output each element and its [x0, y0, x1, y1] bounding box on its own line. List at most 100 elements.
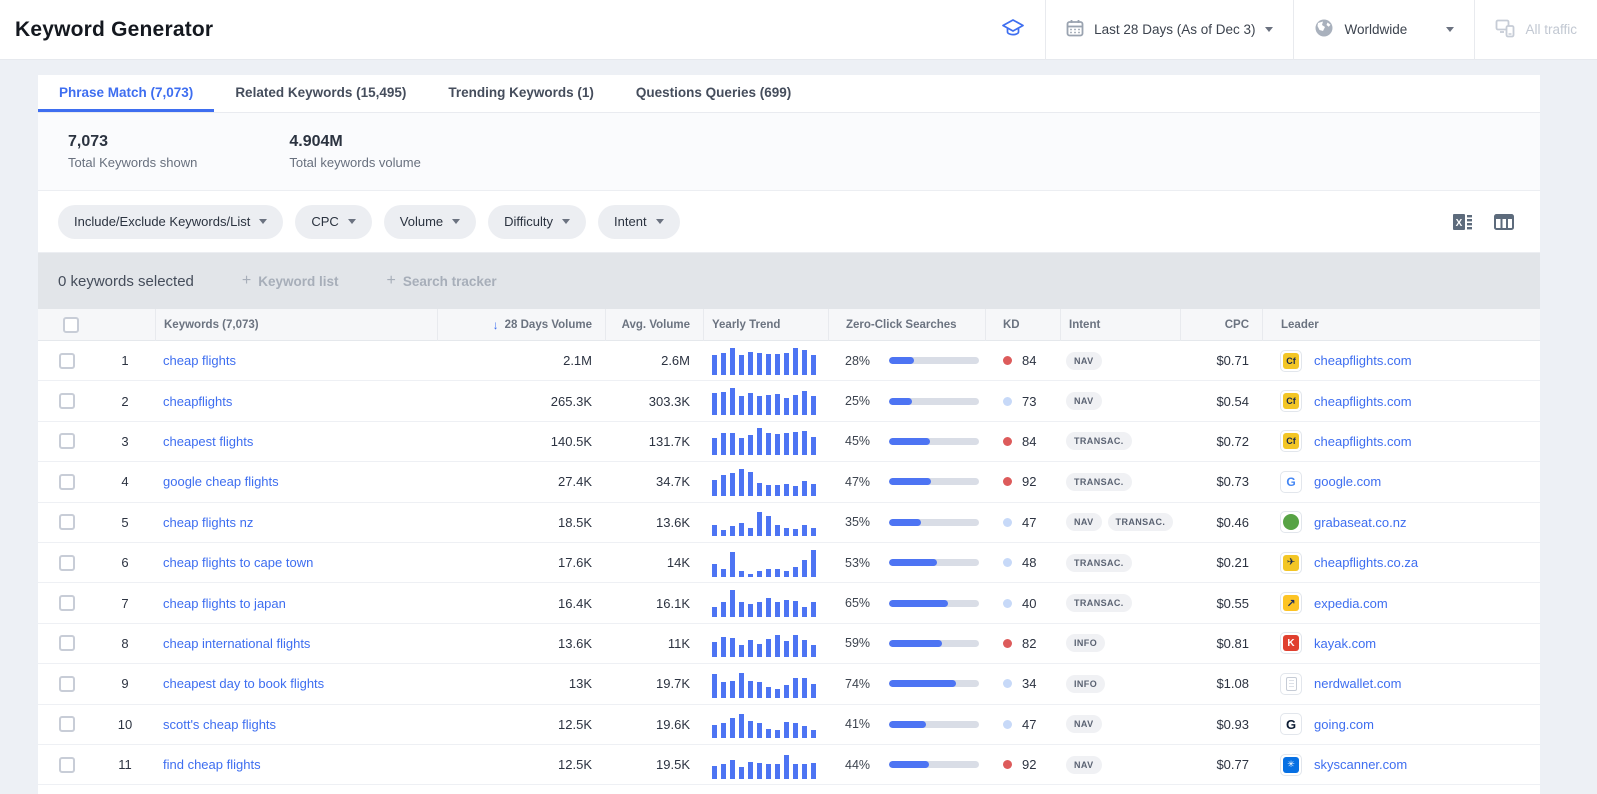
row-checkbox[interactable]: [58, 473, 75, 490]
row-checkbox[interactable]: [58, 514, 75, 531]
add-search-tracker-button[interactable]: + Search tracker: [387, 272, 497, 290]
kd-value: 47: [1022, 716, 1037, 732]
row-rank: 8: [121, 635, 129, 651]
leader-domain-link[interactable]: cheapflights.com: [1314, 434, 1412, 449]
select-all-checkbox[interactable]: [62, 317, 79, 333]
kd-column-header[interactable]: KD: [985, 309, 1060, 341]
tab-related-keywords[interactable]: Related Keywords (15,495): [214, 75, 427, 112]
select-all-checkbox-cell: [38, 309, 95, 341]
kayak-favicon-icon: K: [1280, 632, 1302, 655]
leader-domain-link[interactable]: grabaseat.co.nz: [1314, 515, 1407, 530]
keyword-link[interactable]: cheap flights to cape town: [163, 555, 313, 570]
leader-domain-link[interactable]: expedia.com: [1314, 596, 1388, 611]
intent-badge: TRANSAC.: [1066, 472, 1132, 491]
row-checkbox[interactable]: [58, 635, 75, 652]
excel-export-icon[interactable]: X: [1452, 212, 1474, 232]
zero-click-percent: 45%: [845, 434, 871, 449]
row-checkbox-cell: [38, 756, 95, 773]
leader-domain-link[interactable]: kayak.com: [1314, 636, 1376, 651]
row-checkbox[interactable]: [58, 675, 75, 692]
kd-value: 40: [1022, 595, 1037, 611]
add-keyword-list-button[interactable]: + Keyword list: [242, 272, 339, 290]
leader-domain-link[interactable]: google.com: [1314, 474, 1381, 489]
zero-click-column-header[interactable]: Zero-Click Searches: [828, 309, 985, 341]
keyword-link[interactable]: cheap flights nz: [163, 515, 253, 530]
trend-bar: [712, 393, 717, 416]
keyword-link[interactable]: cheap international flights: [163, 636, 310, 651]
volume-28d-column-header[interactable]: ↓ 28 Days Volume: [437, 309, 605, 341]
keyword-link[interactable]: cheap flights: [163, 353, 236, 368]
kd-difficulty-dot: [1003, 436, 1012, 446]
filter-cpc[interactable]: CPC: [295, 204, 372, 239]
yearly-trend-chart: [703, 589, 828, 618]
keyword-link[interactable]: cheapest flights: [163, 434, 253, 449]
tab-phrase-match[interactable]: Phrase Match (7,073): [38, 75, 215, 112]
traffic-type-selector[interactable]: All traffic: [1475, 0, 1597, 60]
kd-value: 92: [1022, 757, 1037, 773]
row-checkbox[interactable]: [58, 433, 75, 450]
header-controls: Last 28 Days (As of Dec 3) Worldwide All…: [981, 0, 1597, 60]
filter-difficulty[interactable]: Difficulty: [488, 204, 587, 239]
keywords-column-header[interactable]: Keywords (7,073): [155, 309, 437, 341]
learning-center-button[interactable]: [981, 0, 1045, 60]
trend-bar: [766, 484, 771, 496]
tab-trending-keywords[interactable]: Trending Keywords (1): [427, 75, 615, 112]
leader-domain-link[interactable]: cheapflights.com: [1314, 394, 1412, 409]
leader-domain-link[interactable]: cheapflights.co.za: [1314, 555, 1418, 570]
avg-volume-column-header[interactable]: Avg. Volume: [605, 309, 703, 341]
filter-volume[interactable]: Volume: [383, 204, 477, 239]
trend-bar: [730, 680, 735, 698]
yearly-trend-column-header[interactable]: Yearly Trend: [703, 309, 828, 341]
leader-domain-link[interactable]: skyscanner.com: [1314, 757, 1407, 772]
table-row: 6 cheap flights to cape town 17.6K 14K 53% 48…: [38, 542, 1540, 584]
row-checkbox-cell: [38, 352, 95, 369]
filter-label: Volume: [399, 214, 444, 229]
expedia-favicon-icon: ↗: [1280, 592, 1302, 615]
chevron-down-icon: [655, 219, 664, 224]
zero-click-cell: 35%: [828, 515, 985, 529]
zero-click-bar-fill: [889, 761, 929, 769]
filter-include-exclude[interactable]: Include/Exclude Keywords/List: [58, 204, 284, 239]
filter-intent[interactable]: Intent: [598, 204, 680, 239]
row-checkbox[interactable]: [58, 595, 75, 612]
keyword-link[interactable]: cheap flights to japan: [163, 596, 286, 611]
zero-click-percent: 59%: [845, 636, 871, 651]
tab-questions-queries[interactable]: Questions Queries (699): [615, 75, 812, 112]
kd-cell: 82: [985, 636, 1060, 651]
keyword-link[interactable]: google cheap flights: [163, 474, 279, 489]
intent-column-header[interactable]: Intent: [1060, 309, 1180, 341]
zero-click-percent: 47%: [845, 474, 871, 489]
row-checkbox[interactable]: [58, 352, 75, 369]
trend-bar: [739, 570, 744, 577]
table-row: 11 find cheap flights 12.5K 19.5K 44% 92 NAV $0…: [38, 744, 1540, 786]
keyword-link[interactable]: cheapest day to book flights: [163, 676, 324, 691]
volume-28d-value: 13K: [568, 676, 592, 692]
row-checkbox[interactable]: [58, 756, 75, 773]
row-checkbox[interactable]: [58, 554, 75, 571]
leader-domain-link[interactable]: cheapflights.com: [1314, 353, 1412, 368]
going-favicon-icon: G: [1280, 713, 1302, 736]
trend-bar: [811, 762, 816, 779]
row-checkbox[interactable]: [58, 393, 75, 410]
cpc-column-header[interactable]: CPC: [1180, 309, 1262, 341]
keyword-link[interactable]: scott's cheap flights: [163, 717, 276, 732]
trend-bar: [766, 729, 771, 739]
row-rank: 5: [121, 514, 129, 530]
avg-volume-value: 14K: [666, 555, 690, 571]
region-selector[interactable]: Worldwide: [1294, 0, 1474, 60]
row-checkbox[interactable]: [58, 716, 75, 733]
intent-cell: NAV: [1060, 715, 1180, 734]
date-range-selector[interactable]: Last 28 Days (As of Dec 3): [1046, 0, 1293, 60]
manage-columns-icon[interactable]: [1494, 213, 1514, 231]
leader-column-header[interactable]: Leader: [1262, 309, 1540, 341]
calendar-icon: [1066, 19, 1084, 40]
trend-bar: [802, 677, 807, 698]
leader-domain-link[interactable]: going.com: [1314, 717, 1374, 732]
keyword-link[interactable]: find cheap flights: [163, 757, 261, 772]
keyword-link[interactable]: cheapflights: [163, 394, 232, 409]
zero-click-bar: [889, 518, 979, 526]
zero-click-percent: 65%: [845, 596, 871, 611]
leader-domain-link[interactable]: nerdwallet.com: [1314, 676, 1401, 691]
avg-volume-value: 19.7K: [656, 676, 690, 692]
trend-bar: [784, 352, 789, 375]
